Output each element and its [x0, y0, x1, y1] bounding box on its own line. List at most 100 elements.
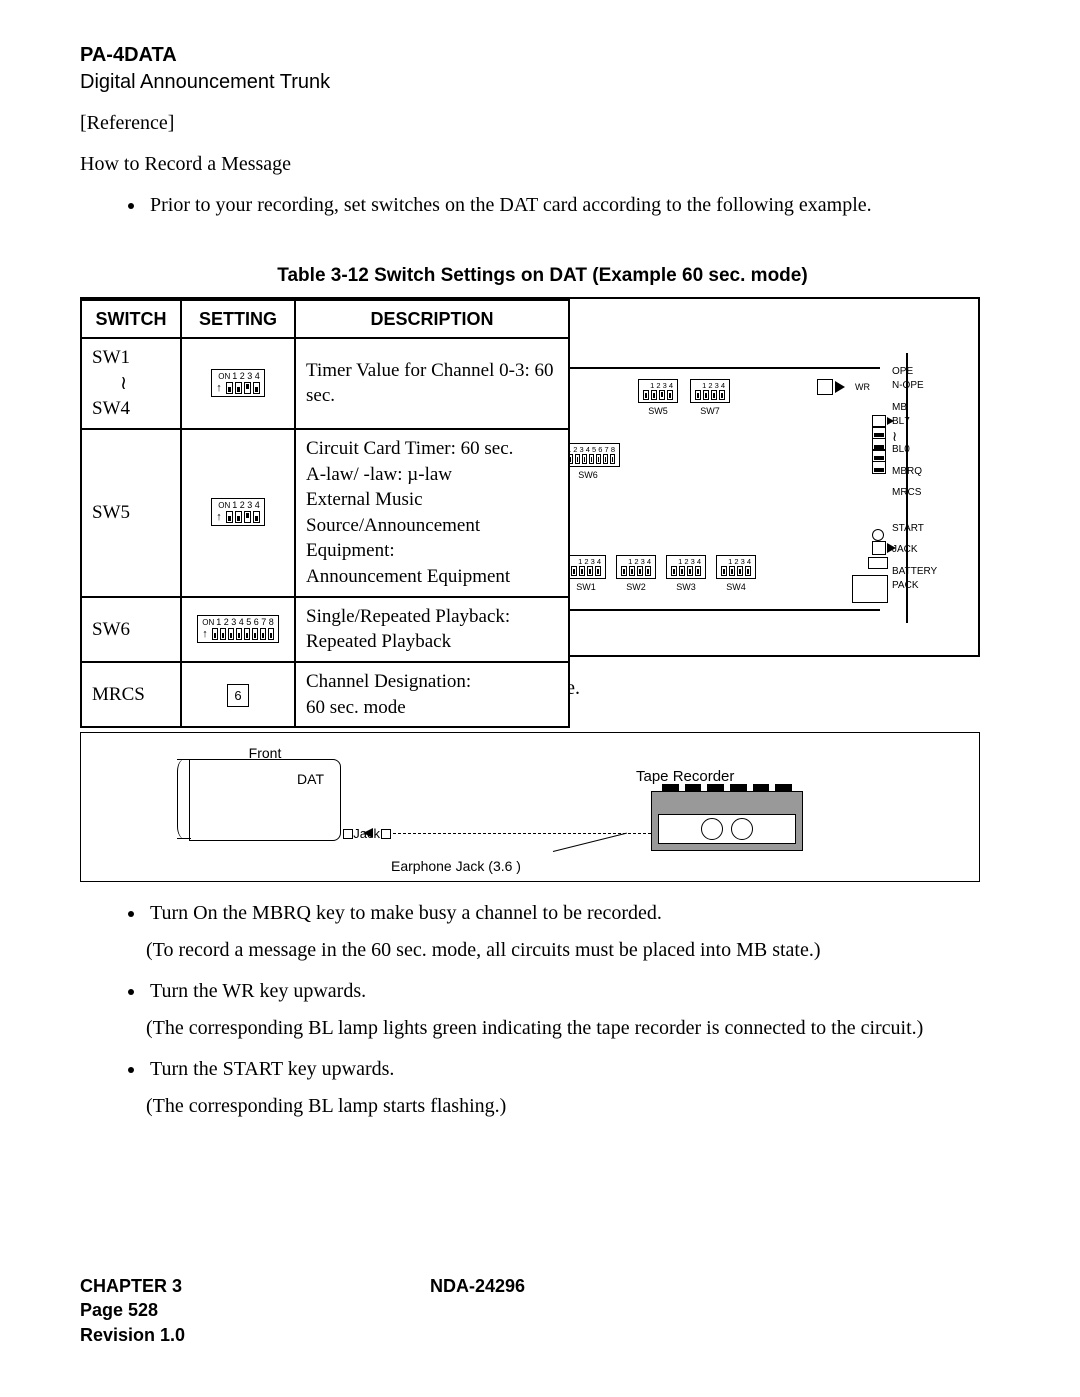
jack-icon	[868, 557, 888, 569]
dip-label: SW7	[700, 405, 720, 417]
page-title: PA-4DATA	[80, 42, 1005, 69]
earphone-label: Earphone Jack (3.6 )	[391, 857, 521, 876]
dip-slot-icon	[235, 511, 242, 523]
footer-chapter: CHAPTER 3	[80, 1274, 1005, 1298]
dip-slot-icon	[228, 628, 234, 640]
arrow-up-icon: ↑	[216, 383, 222, 394]
dip-slot-icon	[721, 566, 727, 576]
tape-figure: Front DAT Jack Earphone Jack (3.6 ) Tape…	[80, 732, 980, 882]
arrow-up-icon: ↑	[202, 629, 208, 640]
triangle-right-icon	[887, 543, 896, 553]
dip-slot-icon	[687, 566, 693, 576]
dip-slot-icon	[235, 382, 242, 394]
dip-slot-icon	[253, 511, 260, 523]
dip-slot-icon	[629, 566, 635, 576]
dip-slot-icon	[711, 390, 717, 400]
dip-slot-icon	[260, 628, 266, 640]
dip-slot-icon	[643, 390, 649, 400]
dip-slot-icon	[719, 390, 725, 400]
reference-label: [Reference]	[80, 110, 1005, 137]
step-bullet: Turn the WR key upwards.	[146, 978, 1005, 1005]
dip-slot-icon	[244, 382, 251, 394]
dip-slot-icon	[582, 454, 587, 464]
desc-line: External Music Source/Announcement Equip…	[306, 487, 558, 564]
steps-list: Turn the WR key upwards.	[80, 978, 1005, 1005]
dip-slot-icon	[226, 382, 233, 394]
footer-page: Page 528	[80, 1298, 1005, 1322]
sw-label: SW4	[92, 396, 170, 422]
dip-slot-icon	[579, 566, 585, 576]
dip-slot-icon	[268, 628, 274, 640]
mrcs-lamp-icon	[872, 529, 884, 541]
cable-icon	[393, 833, 651, 834]
side-stack	[872, 415, 888, 473]
dip-slot-icon	[745, 566, 751, 576]
dip-slot-icon	[220, 628, 226, 640]
th-description: DESCRIPTION	[295, 300, 569, 338]
table-caption: Table 3-12 Switch Settings on DAT (Examp…	[80, 263, 1005, 289]
switch-table: SWITCH SETTING DESCRIPTION SW1 ≀ SW4 ON1…	[80, 299, 570, 729]
desc-line: Channel Designation:	[306, 669, 558, 695]
dip-slot-icon	[571, 566, 577, 576]
dip-label: SW2	[626, 581, 646, 593]
dip-icon: 1 2 3 4	[690, 379, 730, 404]
step-bullet: Turn the START key upwards.	[146, 1056, 1005, 1083]
dip-icon: ON1 2 3 4 ↑	[211, 498, 265, 526]
wr-key: WR	[817, 379, 870, 395]
dip-slot-icon	[737, 566, 743, 576]
battery-pack-icon	[852, 575, 888, 603]
desc-cell: Timer Value for Channel 0-3: 60 sec.	[295, 338, 569, 429]
step-bullet: Turn On the MBRQ key to make busy a chan…	[146, 900, 1005, 927]
steps-list: Turn the START key upwards.	[80, 1056, 1005, 1083]
tape-recorder-icon	[651, 791, 803, 851]
dat-box: Front DAT Jack	[189, 759, 341, 841]
dip-slot-icon	[589, 454, 594, 464]
footer-revision: Revision 1.0	[80, 1323, 1005, 1347]
dip-icon: 1 2 3 4	[666, 555, 706, 580]
intro-list: Prior to your recording, set switches on…	[80, 192, 1005, 219]
dip-icon: 1 2 3 4	[716, 555, 756, 580]
dip-icon: 1 2 3 4	[638, 379, 678, 404]
dip-label: SW1	[576, 581, 596, 593]
dip-slot-icon	[703, 390, 709, 400]
dip-label: SW6	[578, 469, 598, 481]
steps-list: Turn On the MBRQ key to make busy a chan…	[80, 900, 1005, 927]
dip-slot-icon	[226, 511, 233, 523]
dip-slot-icon	[595, 566, 601, 576]
play-icon	[837, 381, 849, 393]
dip-slot-icon	[244, 628, 250, 640]
desc-line: Single/Repeated Playback:	[306, 604, 558, 630]
dip-slot-icon	[667, 390, 673, 400]
table-row: SW6 ON1 2 3 4 5 6 7 8 ↑ Single/Repeated …	[81, 597, 569, 662]
front-label: Front	[249, 744, 282, 763]
edge-labels: OPE N-OPE MB BL7 ≀ BL0 MBRQ MRCS START J…	[892, 365, 984, 594]
arrow-up-icon: ↑	[216, 512, 222, 523]
dip-slot-icon	[651, 390, 657, 400]
dip-slot-icon	[659, 390, 665, 400]
dip-slot-icon	[695, 566, 701, 576]
dip-slot-icon	[621, 566, 627, 576]
reel-icon	[701, 818, 723, 840]
dip-slot-icon	[253, 382, 260, 394]
square-icon	[817, 379, 833, 395]
dip-slot-icon	[610, 454, 615, 464]
step-sub: (The corresponding BL lamp lights green …	[146, 1015, 1005, 1042]
step-sub: (The corresponding BL lamp starts flashi…	[146, 1093, 1005, 1120]
plug-icon	[381, 829, 391, 839]
dip-label: SW5	[648, 405, 668, 417]
desc-line: Circuit Card Timer: 60 sec.	[306, 436, 558, 462]
dip-slot-icon	[645, 566, 651, 576]
arrow-right-icon	[363, 828, 373, 838]
th-setting: SETTING	[181, 300, 295, 338]
dip-slot-icon	[671, 566, 677, 576]
switch-figure: SWITCH SETTING DESCRIPTION SW1 ≀ SW4 ON1…	[80, 297, 980, 657]
dip-slot-icon	[244, 511, 251, 523]
sw-label: SW5	[81, 429, 181, 597]
th-switch: SWITCH	[81, 300, 181, 338]
desc-line: A-law/ -law: µ-law	[306, 462, 558, 488]
sw-label: SW1	[92, 345, 170, 371]
callout-line-icon	[553, 832, 627, 851]
footer-doc: NDA-24296	[430, 1274, 525, 1298]
dip-slot-icon	[729, 566, 735, 576]
sw-label: ≀	[120, 371, 170, 397]
